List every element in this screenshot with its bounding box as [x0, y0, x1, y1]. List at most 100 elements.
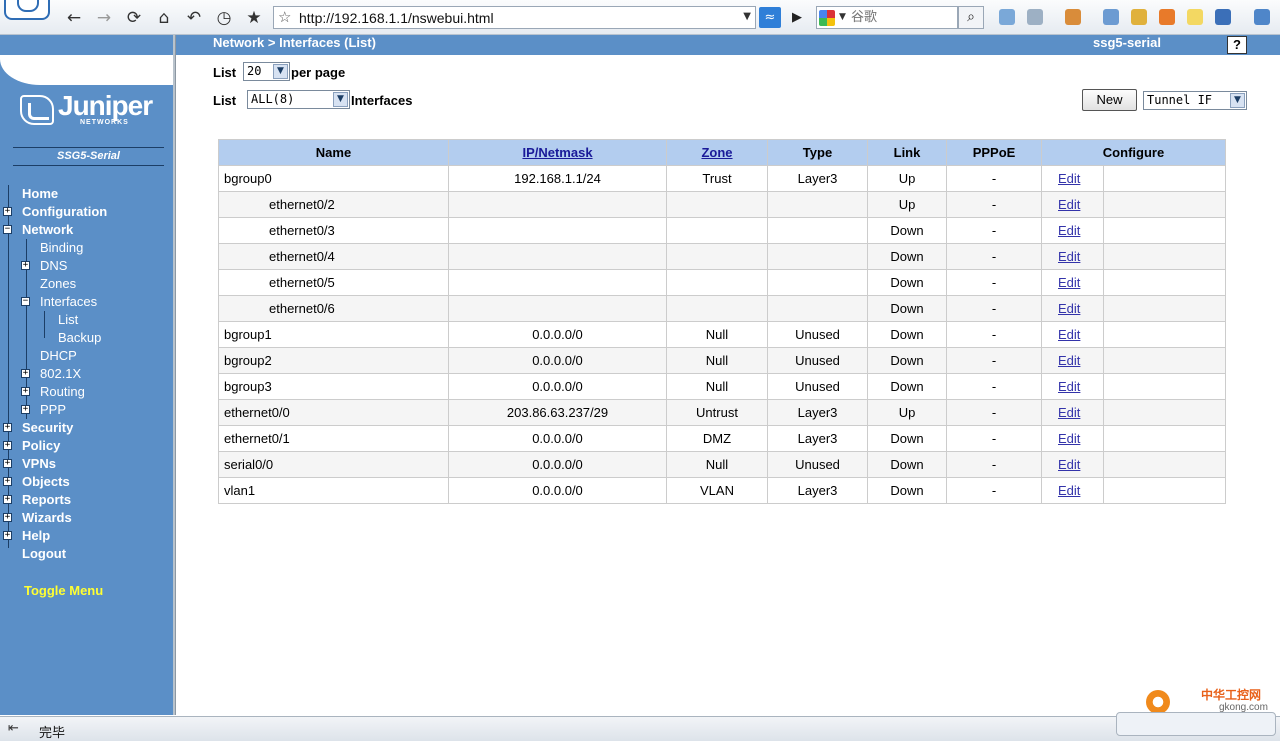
expand-icon[interactable]: + — [3, 477, 12, 486]
skin-icon[interactable] — [1215, 9, 1231, 25]
row-pppoe: - — [946, 191, 1042, 218]
screenshot-icon[interactable] — [1027, 9, 1043, 25]
edit-link[interactable]: Edit — [1058, 457, 1080, 472]
sidebar-item-binding[interactable]: Binding — [40, 239, 83, 257]
sidebar-item-dns[interactable]: DNS — [40, 257, 67, 275]
edit-link[interactable]: Edit — [1058, 301, 1080, 316]
header-zone[interactable]: Zone — [666, 139, 768, 166]
row-pppoe: - — [946, 165, 1042, 192]
sidebar-item-wizards[interactable]: Wizards — [22, 509, 72, 527]
favorites-star-icon[interactable]: ★ — [243, 7, 265, 29]
notes-icon[interactable] — [1187, 9, 1203, 25]
expand-icon[interactable]: + — [21, 261, 30, 270]
per-page-select[interactable]: 20 ▼ — [243, 62, 290, 81]
edit-link[interactable]: Edit — [1058, 223, 1080, 238]
expand-icon[interactable]: + — [3, 423, 12, 432]
expand-icon[interactable]: + — [3, 459, 12, 468]
sidebar-item-vpns[interactable]: VPNs — [22, 455, 56, 473]
compatibility-icon[interactable]: ≈ — [759, 7, 781, 28]
rss-icon[interactable] — [1159, 9, 1175, 25]
interface-filter-select[interactable]: ALL(8) ▼ — [247, 90, 350, 109]
interface-type-select[interactable]: Tunnel IF ▼ — [1143, 91, 1247, 110]
clean-icon[interactable] — [1131, 9, 1147, 25]
sidebar-item-help[interactable]: Help — [22, 527, 50, 545]
chevron-down-icon[interactable]: ▼ — [273, 64, 288, 79]
expand-icon[interactable]: + — [21, 369, 30, 378]
google-engine-icon[interactable] — [819, 10, 835, 26]
row-pppoe: - — [946, 217, 1042, 244]
expand-icon[interactable]: + — [3, 441, 12, 450]
collapse-icon[interactable]: − — [21, 297, 30, 306]
row-link: Up — [867, 191, 947, 218]
edit-link[interactable]: Edit — [1058, 353, 1080, 368]
edit-link[interactable]: Edit — [1058, 171, 1080, 186]
engine-dropdown-icon[interactable]: ▼ — [839, 12, 846, 22]
expand-icon[interactable]: + — [3, 513, 12, 522]
refresh-icon[interactable]: ⟳ — [123, 7, 145, 29]
edit-link[interactable]: Edit — [1058, 483, 1080, 498]
chevron-down-icon[interactable]: ▼ — [333, 92, 348, 107]
search-input[interactable] — [851, 9, 955, 26]
sidebar-item-dhcp[interactable]: DHCP — [40, 347, 77, 365]
chevron-down-icon[interactable]: ▼ — [1230, 93, 1245, 108]
sidebar-item-security[interactable]: Security — [22, 419, 73, 437]
expand-icon[interactable]: + — [21, 405, 30, 414]
search-box[interactable]: ▼ — [816, 6, 958, 29]
sidebar-item-list[interactable]: List — [58, 311, 78, 329]
sidebar-item-8021x[interactable]: 802.1X — [40, 365, 81, 383]
url-dropdown-icon[interactable]: ▼ — [743, 11, 751, 22]
expand-icon[interactable]: + — [3, 531, 12, 540]
history-icon[interactable]: ◷ — [213, 7, 235, 29]
status-arrow-icon[interactable]: ⇤ — [8, 721, 19, 736]
sidebar-item-reports[interactable]: Reports — [22, 491, 71, 509]
sort-ip-link[interactable]: IP/Netmask — [522, 145, 592, 160]
expand-icon[interactable]: + — [3, 495, 12, 504]
help-button[interactable]: ? — [1227, 36, 1247, 54]
toggle-menu-link[interactable]: Toggle Menu — [24, 583, 103, 598]
new-button[interactable]: New — [1082, 89, 1137, 111]
row-zone — [666, 191, 768, 218]
search-icon[interactable]: ⌕ — [958, 6, 984, 29]
sort-zone-link[interactable]: Zone — [701, 145, 732, 160]
edit-link[interactable]: Edit — [1058, 379, 1080, 394]
undo-icon[interactable]: ↶ — [183, 7, 205, 29]
header-ip-netmask[interactable]: IP/Netmask — [448, 139, 667, 166]
sidebar: Juniper NETWORKS SSG5-Serial Home + Conf… — [0, 55, 180, 715]
go-icon[interactable]: ▶ — [786, 7, 808, 28]
expand-icon[interactable]: + — [21, 387, 30, 396]
zoom-icon[interactable] — [1103, 9, 1119, 25]
browser-logo-icon[interactable] — [4, 0, 50, 20]
bookmark-star-icon[interactable]: ☆ — [278, 8, 291, 26]
collapse-icon[interactable]: − — [3, 225, 12, 234]
sidebar-item-backup[interactable]: Backup — [58, 329, 101, 347]
sidebar-item-configuration[interactable]: Configuration — [22, 203, 107, 221]
sidebar-item-ppp[interactable]: PPP — [40, 401, 66, 419]
edit-link[interactable]: Edit — [1058, 327, 1080, 342]
sidebar-item-zones[interactable]: Zones — [40, 275, 76, 293]
translate-icon[interactable] — [1065, 9, 1081, 25]
sidebar-item-objects[interactable]: Objects — [22, 473, 70, 491]
shield-icon[interactable] — [1254, 9, 1270, 25]
row-type — [767, 191, 868, 218]
ime-toolbar[interactable] — [1116, 712, 1276, 736]
edit-link[interactable]: Edit — [1058, 249, 1080, 264]
home-icon[interactable]: ⌂ — [153, 7, 175, 29]
back-icon[interactable]: ← — [63, 7, 85, 29]
address-bar[interactable]: ☆ http://192.168.1.1/nswebui.html ▼ — [273, 6, 756, 29]
sidebar-item-network[interactable]: Network — [22, 221, 73, 239]
edit-link[interactable]: Edit — [1058, 405, 1080, 420]
edit-link[interactable]: Edit — [1058, 431, 1080, 446]
row-name: ethernet0/5 — [218, 269, 449, 296]
edit-link[interactable]: Edit — [1058, 275, 1080, 290]
forward-icon[interactable]: → — [93, 7, 115, 29]
expand-icon[interactable]: + — [3, 207, 12, 216]
sidebar-item-policy[interactable]: Policy — [22, 437, 60, 455]
sidebar-item-logout[interactable]: Logout — [22, 545, 66, 563]
sidebar-item-routing[interactable]: Routing — [40, 383, 85, 401]
url-text[interactable]: http://192.168.1.1/nswebui.html — [299, 10, 494, 26]
edit-tool-icon[interactable] — [999, 9, 1015, 25]
edit-link[interactable]: Edit — [1058, 197, 1080, 212]
browser-toolbar: ← → ⟳ ⌂ ↶ ◷ ★ ☆ http://192.168.1.1/nsweb… — [0, 0, 1280, 35]
sidebar-item-interfaces[interactable]: Interfaces — [40, 293, 97, 311]
sidebar-item-home[interactable]: Home — [22, 185, 58, 203]
